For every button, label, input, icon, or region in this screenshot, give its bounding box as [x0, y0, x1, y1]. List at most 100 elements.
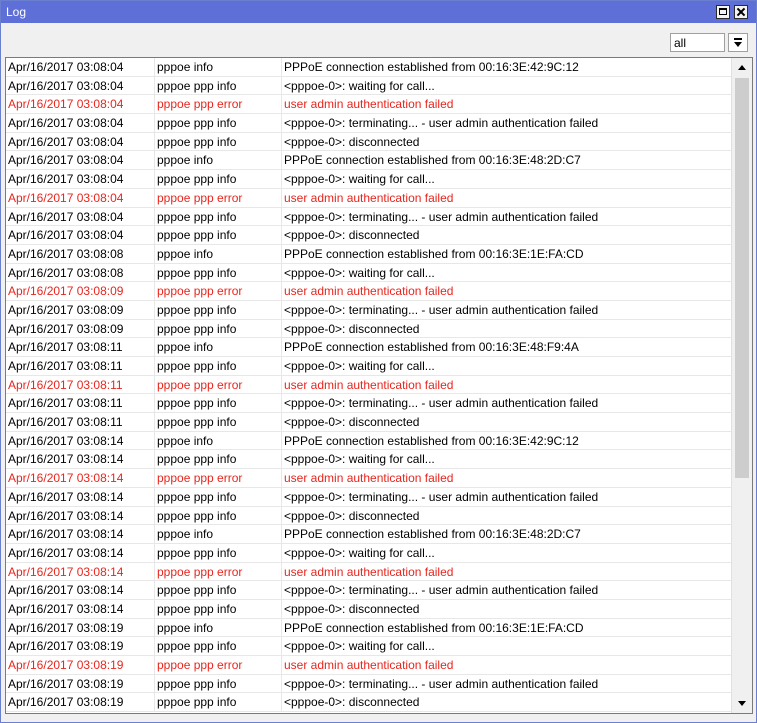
- log-topic: pppoe ppp info: [157, 226, 282, 245]
- log-topic: pppoe ppp info: [157, 506, 282, 525]
- log-row[interactable]: Apr/16/2017 03:08:04 pppoe ppp error user …: [6, 95, 731, 115]
- log-row[interactable]: Apr/16/2017 03:08:11 pppoe ppp info <pppoe…: [6, 394, 731, 414]
- log-row[interactable]: Apr/16/2017 03:08:19 pppoe ppp info <pppoe…: [6, 637, 731, 656]
- log-time: Apr/16/2017 03:08:11: [8, 375, 155, 394]
- log-topic: pppoe ppp info: [157, 132, 282, 151]
- log-row[interactable]: Apr/16/2017 03:08:14 pppoe ppp info <pppoe…: [6, 581, 731, 600]
- log-message: PPPoE connection established from 00:16:…: [284, 153, 581, 168]
- log-message: <pppoe-0>: disconnected: [284, 508, 420, 523]
- log-row[interactable]: Apr/16/2017 03:08:04 pppoe ppp info <pppoe…: [6, 132, 731, 152]
- log-topic: pppoe ppp info: [157, 543, 282, 562]
- log-time: Apr/16/2017 03:08:04: [8, 207, 155, 226]
- log-row[interactable]: Apr/16/2017 03:08:19 pppoe ppp error user …: [6, 656, 731, 675]
- log-message: user admin authentication failed: [284, 284, 454, 299]
- log-message: user admin authentication failed: [284, 97, 454, 112]
- log-row[interactable]: Apr/16/2017 03:08:19 pppoe info PPPoE conn…: [6, 618, 731, 638]
- log-row[interactable]: Apr/16/2017 03:08:09 pppoe ppp info <pppoe…: [6, 300, 731, 320]
- log-topic: pppoe ppp error: [157, 282, 282, 301]
- window-title: Log: [6, 5, 27, 19]
- log-message: <pppoe-0>: disconnected: [284, 601, 420, 616]
- log-row[interactable]: Apr/16/2017 03:08:14 pppoe ppp error user …: [6, 562, 731, 582]
- log-topic: pppoe ppp info: [157, 413, 282, 432]
- log-message: <pppoe-0>: waiting for call...: [284, 265, 435, 280]
- scroll-up-icon[interactable]: [733, 60, 751, 78]
- log-time: Apr/16/2017 03:08:04: [8, 114, 155, 133]
- log-time: Apr/16/2017 03:08:14: [8, 506, 155, 525]
- log-message: <pppoe-0>: waiting for call...: [284, 452, 435, 467]
- log-topic: pppoe ppp info: [157, 637, 282, 656]
- log-topic: pppoe info: [157, 431, 282, 450]
- log-row[interactable]: Apr/16/2017 03:08:11 pppoe ppp info <pppoe…: [6, 357, 731, 376]
- maximize-icon[interactable]: [716, 5, 730, 19]
- log-row[interactable]: Apr/16/2017 03:08:04 pppoe ppp info <pppoe…: [6, 170, 731, 189]
- log-row[interactable]: Apr/16/2017 03:08:08 pppoe info PPPoE conn…: [6, 244, 731, 264]
- log-time: Apr/16/2017 03:08:14: [8, 562, 155, 581]
- log-row[interactable]: Apr/16/2017 03:08:08 pppoe ppp info <pppoe…: [6, 263, 731, 283]
- log-time: Apr/16/2017 03:08:04: [8, 151, 155, 170]
- log-row[interactable]: Apr/16/2017 03:08:14 pppoe info PPPoE conn…: [6, 525, 731, 544]
- log-message: <pppoe-0>: waiting for call...: [284, 639, 435, 654]
- log-message: PPPoE connection established from 00:16:…: [284, 246, 584, 261]
- log-time: Apr/16/2017 03:08:04: [8, 226, 155, 245]
- log-row[interactable]: Apr/16/2017 03:08:04 pppoe ppp info <pppoe…: [6, 226, 731, 245]
- scrollbar-thumb[interactable]: [735, 78, 749, 478]
- log-message: <pppoe-0>: disconnected: [284, 134, 420, 149]
- log-row[interactable]: Apr/16/2017 03:08:14 pppoe ppp info <pppoe…: [6, 487, 731, 507]
- log-row[interactable]: Apr/16/2017 03:08:14 pppoe ppp info <pppoe…: [6, 506, 731, 526]
- log-time: Apr/16/2017 03:08:09: [8, 300, 155, 319]
- log-row[interactable]: Apr/16/2017 03:08:11 pppoe ppp info <pppoe…: [6, 413, 731, 432]
- log-row[interactable]: Apr/16/2017 03:08:11 pppoe ppp error user …: [6, 375, 731, 395]
- log-row[interactable]: Apr/16/2017 03:08:14 pppoe ppp info <pppoe…: [6, 599, 731, 619]
- log-topic: pppoe ppp info: [157, 357, 282, 375]
- log-list[interactable]: Apr/16/2017 03:08:04 pppoe info PPPoE conn…: [5, 57, 753, 714]
- log-row[interactable]: Apr/16/2017 03:08:04 pppoe ppp info <pppoe…: [6, 76, 731, 96]
- scroll-down-icon[interactable]: [733, 694, 751, 712]
- log-message: <pppoe-0>: waiting for call...: [284, 78, 435, 93]
- log-row[interactable]: Apr/16/2017 03:08:14 pppoe ppp info <pppoe…: [6, 543, 731, 563]
- log-topic: pppoe ppp info: [157, 319, 282, 338]
- log-row[interactable]: Apr/16/2017 03:08:14 pppoe info PPPoE conn…: [6, 431, 731, 451]
- log-message: user admin authentication failed: [284, 377, 454, 392]
- log-filter-select[interactable]: all: [670, 33, 750, 52]
- log-time: Apr/16/2017 03:08:14: [8, 431, 155, 450]
- log-message: <pppoe-0>: terminating... - user admin a…: [284, 489, 599, 504]
- close-icon[interactable]: [734, 5, 748, 19]
- log-time: Apr/16/2017 03:08:04: [8, 58, 155, 76]
- log-row[interactable]: Apr/16/2017 03:08:19 pppoe ppp info <pppoe…: [6, 693, 731, 713]
- log-topic: pppoe ppp error: [157, 188, 282, 207]
- log-row[interactable]: Apr/16/2017 03:08:04 pppoe ppp info <pppoe…: [6, 207, 731, 227]
- log-row[interactable]: Apr/16/2017 03:08:04 pppoe ppp error user …: [6, 188, 731, 208]
- vertical-scrollbar[interactable]: [731, 58, 752, 713]
- log-window: Log all Apr/16/2017 03:08:04 pppoe info PP…: [0, 0, 757, 723]
- log-time: Apr/16/2017 03:08:14: [8, 450, 155, 469]
- log-row[interactable]: Apr/16/2017 03:08:14 pppoe ppp error user …: [6, 469, 731, 488]
- log-time: Apr/16/2017 03:08:14: [8, 543, 155, 562]
- log-message: <pppoe-0>: waiting for call...: [284, 545, 435, 560]
- log-topic: pppoe ppp info: [157, 394, 282, 413]
- dropdown-arrow-icon[interactable]: [728, 33, 748, 52]
- log-message: <pppoe-0>: disconnected: [284, 228, 420, 243]
- log-row[interactable]: Apr/16/2017 03:08:09 pppoe ppp info <pppoe…: [6, 319, 731, 339]
- log-filter-value[interactable]: all: [670, 33, 725, 52]
- log-time: Apr/16/2017 03:08:19: [8, 637, 155, 656]
- log-time: Apr/16/2017 03:08:04: [8, 132, 155, 151]
- log-row[interactable]: Apr/16/2017 03:08:04 pppoe info PPPoE conn…: [6, 58, 731, 77]
- title-bar[interactable]: Log: [1, 1, 756, 23]
- log-row[interactable]: Apr/16/2017 03:08:09 pppoe ppp error user …: [6, 282, 731, 301]
- log-topic: pppoe ppp info: [157, 487, 282, 506]
- log-topic: pppoe ppp error: [157, 469, 282, 488]
- log-time: Apr/16/2017 03:08:04: [8, 170, 155, 189]
- log-topic: pppoe ppp info: [157, 170, 282, 189]
- log-time: Apr/16/2017 03:08:19: [8, 693, 155, 712]
- log-row[interactable]: Apr/16/2017 03:08:04 pppoe ppp info <pppoe…: [6, 114, 731, 133]
- log-row[interactable]: Apr/16/2017 03:08:04 pppoe info PPPoE conn…: [6, 151, 731, 171]
- log-row[interactable]: Apr/16/2017 03:08:19 pppoe ppp info <pppoe…: [6, 674, 731, 694]
- log-message: <pppoe-0>: terminating... - user admin a…: [284, 396, 599, 411]
- log-row[interactable]: Apr/16/2017 03:08:14 pppoe ppp info <pppoe…: [6, 450, 731, 470]
- log-message: PPPoE connection established from 00:16:…: [284, 60, 579, 74]
- log-topic: pppoe ppp info: [157, 581, 282, 600]
- log-topic: pppoe ppp info: [157, 300, 282, 319]
- log-time: Apr/16/2017 03:08:08: [8, 244, 155, 263]
- log-row[interactable]: Apr/16/2017 03:08:11 pppoe info PPPoE conn…: [6, 338, 731, 357]
- log-topic: pppoe ppp info: [157, 693, 282, 712]
